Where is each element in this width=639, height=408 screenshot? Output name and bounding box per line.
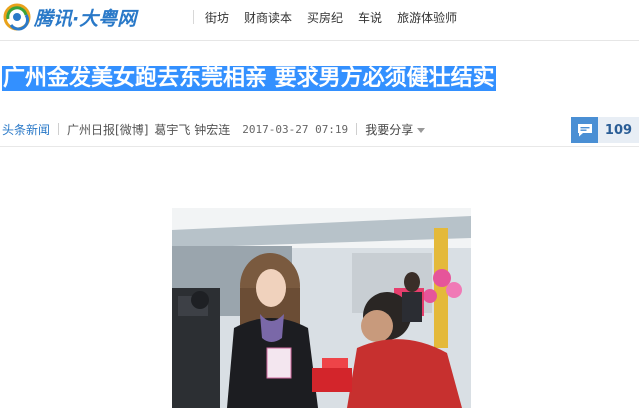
chevron-down-icon	[417, 127, 426, 133]
meta-divider	[356, 123, 358, 135]
meta-divider	[58, 123, 60, 135]
article-photo	[172, 208, 471, 408]
share-label: 我要分享	[365, 122, 414, 137]
site-logo[interactable]: 腾讯·大粤网	[3, 2, 171, 32]
channel-link[interactable]: 头条新闻	[2, 121, 50, 138]
article-title-text: 广州金发美女跑去东莞相亲 要求男方必须健壮结实	[2, 66, 496, 91]
nav-item-cheshuo[interactable]: 车说	[358, 9, 382, 26]
tencent-logo-icon	[3, 3, 31, 31]
article-source[interactable]: 广州日报[微博]	[67, 121, 148, 138]
site-header: 腾讯·大粤网 街坊 财商读本 买房纪 车说 旅游体验师	[0, 0, 639, 38]
article-datetime: 2017-03-27 07:19	[242, 122, 349, 136]
meta-divider-line	[0, 146, 639, 147]
article-meta: 头条新闻 广州日报[微博] 葛宇飞 钟宏连 2017-03-27 07:19 我…	[2, 117, 426, 141]
logo-text: 腾讯·大粤网	[34, 7, 137, 30]
nav-item-lvyou[interactable]: 旅游体验师	[397, 9, 457, 26]
nav-item-caishang[interactable]: 财商读本	[244, 9, 292, 26]
comment-button[interactable]: 109	[571, 117, 639, 143]
article-title: 广州金发美女跑去东莞相亲 要求男方必须健壮结实	[2, 62, 496, 96]
comment-icon	[571, 117, 598, 143]
article-authors: 葛宇飞 钟宏连	[154, 122, 231, 137]
main-nav: 街坊 财商读本 买房纪 车说 旅游体验师	[193, 0, 472, 34]
header-divider	[0, 40, 639, 41]
share-button[interactable]: 我要分享	[365, 121, 426, 138]
comment-count: 109	[598, 117, 639, 143]
nav-item-jiefang[interactable]: 街坊	[205, 9, 229, 26]
nav-item-maifang[interactable]: 买房纪	[307, 9, 343, 26]
